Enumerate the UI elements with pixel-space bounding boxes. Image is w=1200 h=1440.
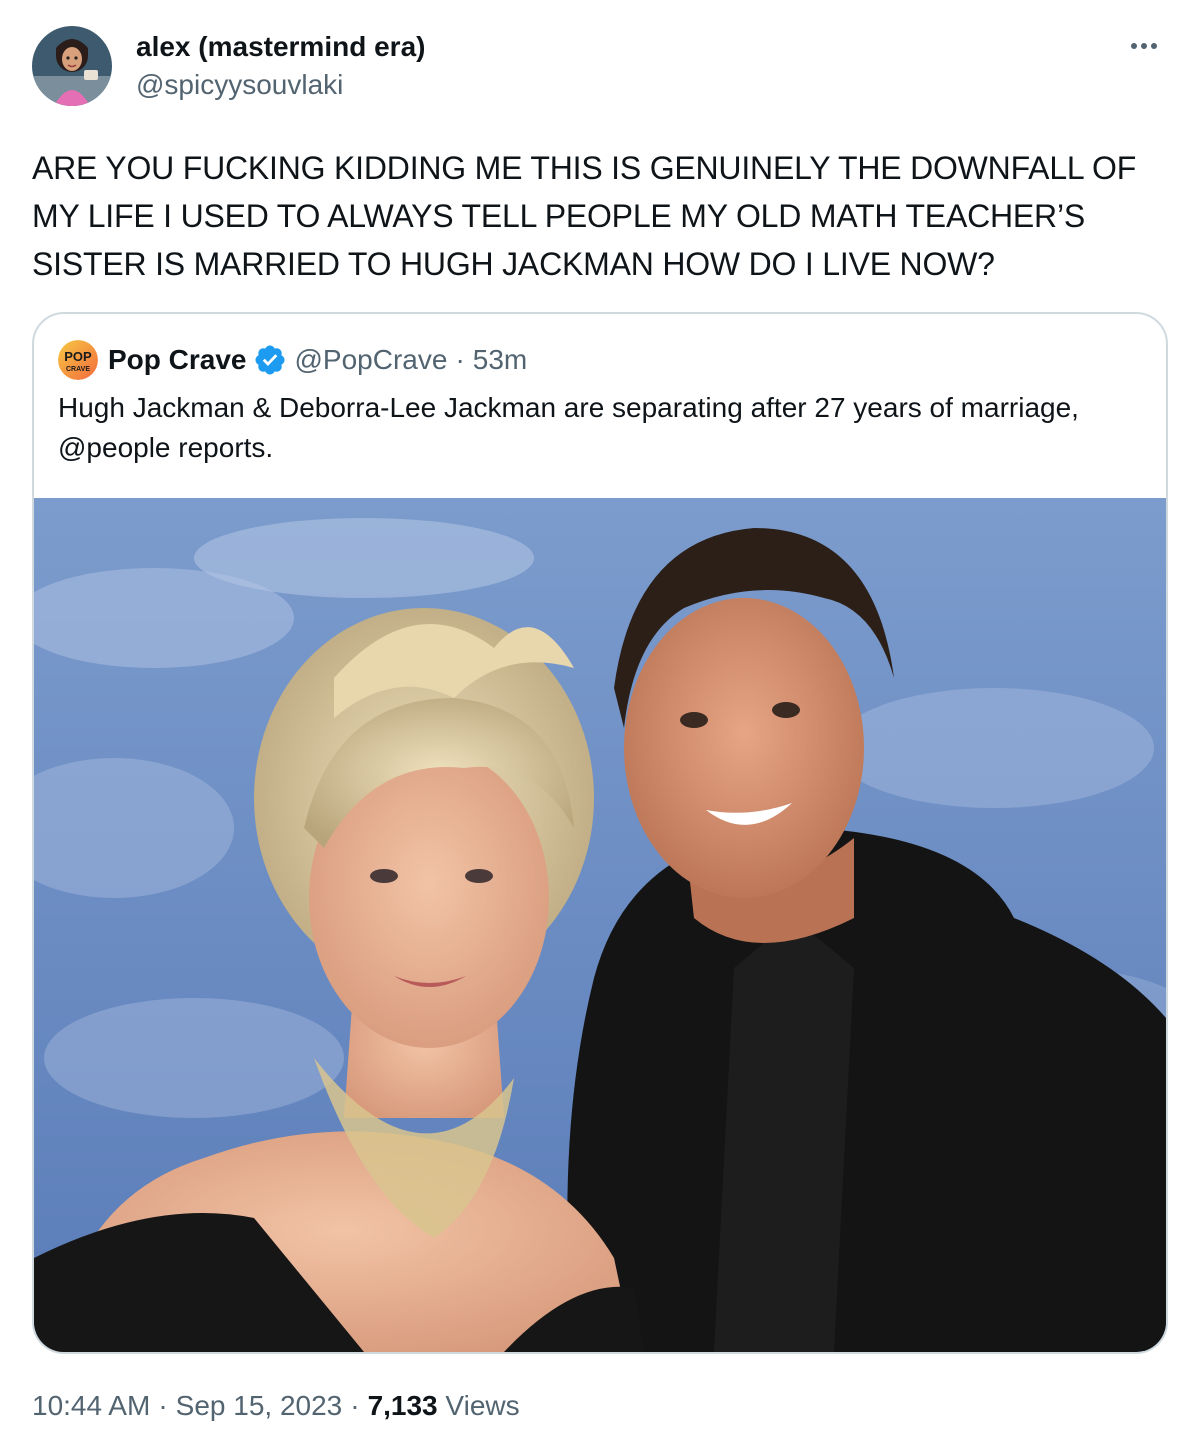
tweet-time[interactable]: 10:44 AM (32, 1390, 150, 1421)
separator-dot: · (158, 1390, 168, 1421)
quoted-author-avatar[interactable]: POP CRAVE (58, 340, 98, 380)
quoted-author-handle[interactable]: @PopCrave (295, 344, 448, 376)
author-names: alex (mastermind era) @spicyysouvlaki (136, 30, 425, 102)
quoted-media-photo[interactable] (34, 498, 1166, 1352)
couple-photo (34, 498, 1166, 1352)
quoted-tweet[interactable]: POP CRAVE Pop Crave @PopCrave · 53m Hugh… (32, 312, 1168, 1354)
quoted-author-display-name[interactable]: Pop Crave (108, 344, 247, 376)
more-options-icon (1131, 43, 1157, 49)
verified-badge-icon (254, 345, 285, 375)
tweet-footer: 10:44 AM · Sep 15, 2023 · 7,133 Views (32, 1386, 520, 1426)
separator-dot: · (350, 1390, 360, 1421)
tweet-text: ARE YOU FUCKING KIDDING ME THIS IS GENUI… (32, 150, 1137, 282)
tweet-header: alex (mastermind era) @spicyysouvlaki (32, 26, 1168, 108)
tweet-date[interactable]: Sep 15, 2023 (176, 1390, 343, 1421)
quoted-tweet-header: POP CRAVE Pop Crave @PopCrave · 53m (58, 340, 527, 380)
views-count[interactable]: 7,133 (368, 1390, 438, 1421)
views-label: Views (445, 1390, 520, 1421)
author-avatar[interactable] (32, 26, 112, 106)
author-display-name[interactable]: alex (mastermind era) (136, 30, 425, 64)
pop-crave-logo-icon: POP CRAVE (58, 340, 98, 380)
quoted-tweet-text: Hugh Jackman & Deborra-Lee Jackman are s… (58, 392, 1079, 463)
more-options-button[interactable] (1124, 26, 1164, 66)
logo-text-top: POP (64, 349, 92, 364)
author-handle[interactable]: @spicyysouvlaki (136, 68, 425, 102)
cartoon-avatar-icon (32, 26, 112, 106)
quoted-time-ago[interactable]: 53m (473, 344, 527, 376)
logo-text-bottom: CRAVE (66, 366, 90, 373)
separator-dot: · (455, 344, 465, 375)
